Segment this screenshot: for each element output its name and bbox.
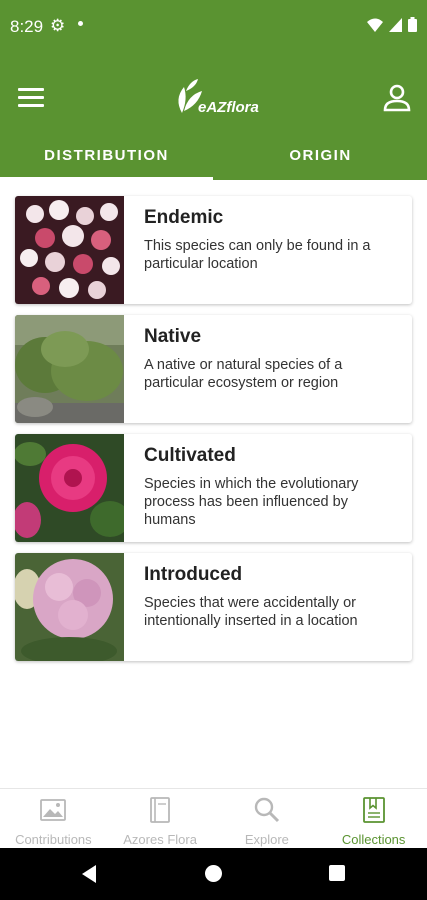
nav-label: Collections <box>341 832 406 847</box>
card-endemic[interactable]: Endemic This species can only be found i… <box>15 196 412 304</box>
status-bar: 8:29 ⚙ <box>0 0 427 55</box>
nav-label: Contributions <box>15 832 92 847</box>
settings-icon: ⚙ <box>50 16 66 35</box>
search-icon <box>254 797 279 823</box>
cultivated-photo <box>15 434 124 542</box>
nav-label: Azores Flora <box>123 832 197 847</box>
status-icons <box>367 17 417 32</box>
category-list: Endemic This species can only be found i… <box>15 196 412 672</box>
status-time: 8:29 <box>10 17 44 36</box>
bottom-navigation: Contributions Azores Flora Explore Colle… <box>0 788 427 849</box>
tab-bar: DISTRIBUTION ORIGIN <box>0 140 427 180</box>
card-description: Species in which the evolutionary proces… <box>144 476 359 528</box>
native-photo <box>15 315 124 423</box>
tab-origin[interactable]: ORIGIN <box>214 140 427 180</box>
card-body: Endemic This species can only be found i… <box>124 196 412 304</box>
card-title: Cultivated <box>144 445 236 466</box>
card-description: A native or natural species of a particu… <box>144 357 343 391</box>
app-logo: eAZflora <box>172 77 262 121</box>
back-icon[interactable] <box>82 865 96 883</box>
card-body: Native A native or natural species of a … <box>124 315 412 423</box>
book-icon <box>150 797 171 823</box>
card-description: Species that were accidentally or intent… <box>144 595 358 629</box>
introduced-photo <box>15 553 124 661</box>
nav-azores-flora[interactable]: Azores Flora <box>107 789 214 849</box>
home-icon[interactable] <box>205 865 222 882</box>
profile-button[interactable] <box>383 84 411 112</box>
notification-dot-icon <box>78 21 83 26</box>
recent-apps-icon[interactable] <box>329 865 345 881</box>
menu-button[interactable] <box>18 88 44 108</box>
nav-label: Explore <box>244 832 289 847</box>
signal-icon <box>389 17 402 32</box>
image-icon <box>40 799 67 821</box>
wifi-icon <box>367 18 383 32</box>
logo-text: eAZflora <box>198 99 259 116</box>
endemic-photo <box>15 196 124 304</box>
collections-icon <box>362 797 385 823</box>
nav-collections[interactable]: Collections <box>320 789 427 849</box>
card-description: This species can only be found in a part… <box>144 238 371 272</box>
card-cultivated[interactable]: Cultivated Species in which the evolutio… <box>15 434 412 542</box>
card-title: Introduced <box>144 564 243 585</box>
card-body: Cultivated Species in which the evolutio… <box>124 434 412 542</box>
system-navigation-bar <box>0 848 427 900</box>
tab-distribution[interactable]: DISTRIBUTION <box>0 140 213 180</box>
card-native[interactable]: Native A native or natural species of a … <box>15 315 412 423</box>
nav-contributions[interactable]: Contributions <box>0 789 107 849</box>
card-title: Native <box>144 326 202 347</box>
card-body: Introduced Species that were accidentall… <box>124 553 412 661</box>
person-icon <box>383 84 411 112</box>
nav-explore[interactable]: Explore <box>214 789 321 849</box>
card-introduced[interactable]: Introduced Species that were accidentall… <box>15 553 412 661</box>
battery-icon <box>408 17 417 32</box>
app-bar: eAZflora <box>0 55 427 140</box>
card-title: Endemic <box>144 207 224 228</box>
